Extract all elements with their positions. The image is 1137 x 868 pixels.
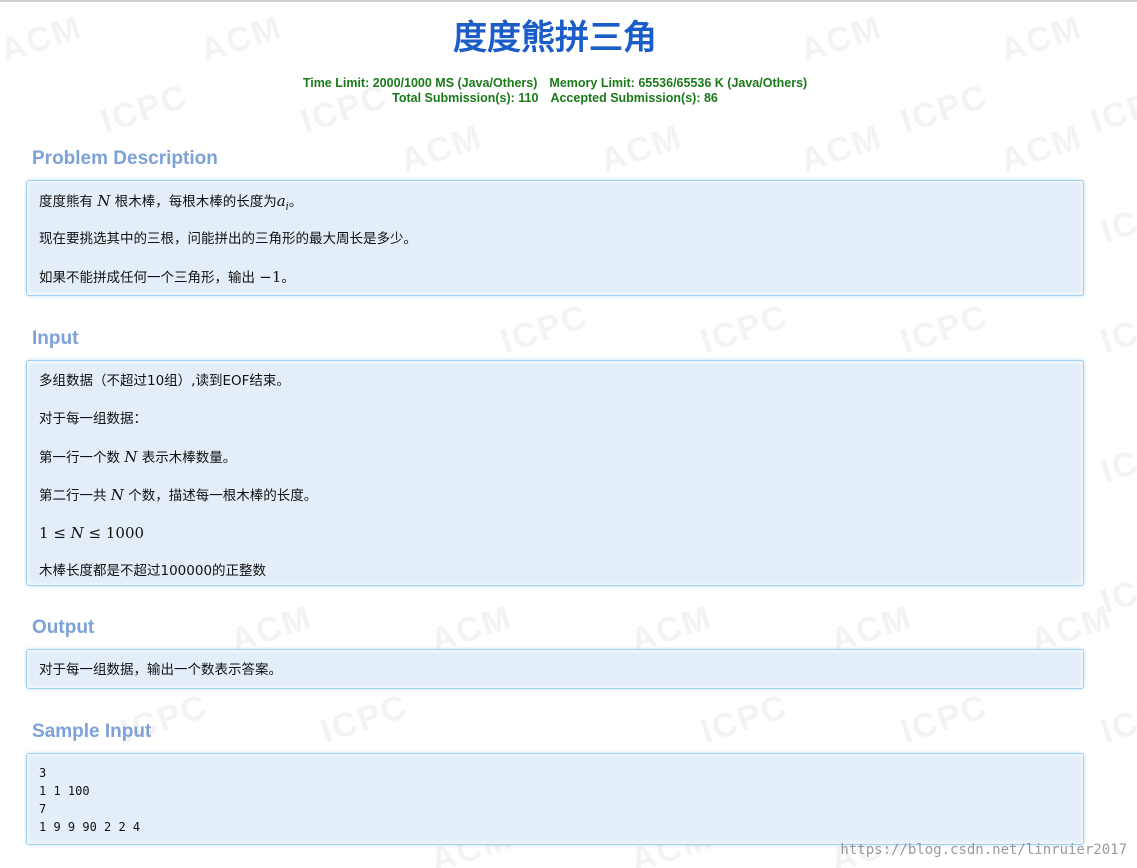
problem-title: 度度熊拼三角 xyxy=(453,19,657,57)
total-submissions: Total Submission(s): 110 xyxy=(392,91,539,105)
input-heading: Input xyxy=(32,328,79,349)
input-line: 第一行一个数 N 表示木棒数量。 xyxy=(39,448,237,466)
sample-input-line: 1 1 100 xyxy=(39,784,90,798)
input-panel: 多组数据（不超过10组）,读到EOF结束。 对于每一组数据： 第一行一个数 N … xyxy=(26,360,1084,586)
accepted-submissions: Accepted Submission(s): 86 xyxy=(550,91,718,105)
output-panel: 对于每一组数据，输出一个数表示答案。 xyxy=(26,649,1084,689)
problem-description-panel: 度度熊有 N 根木棒，每根木棒的长度为ai。 现在要挑选其中的三根，问能拼出的三… xyxy=(26,180,1084,296)
sample-input-line: 1 9 9 90 2 2 4 xyxy=(39,820,141,834)
input-line: 木棒长度都是不超过100000的正整数 xyxy=(39,563,267,579)
input-constraint: 1 ≤ N ≤ 1000 xyxy=(39,524,145,542)
output-heading: Output xyxy=(32,617,95,638)
blog-url-watermark: https://blog.csdn.net/linruier2017 xyxy=(840,842,1127,858)
description-line: 度度熊有 N 根木棒，每根木棒的长度为ai。 xyxy=(39,192,303,213)
input-line: 多组数据（不超过10组）,读到EOF结束。 xyxy=(39,373,290,389)
input-line: 对于每一组数据： xyxy=(39,411,147,427)
top-border xyxy=(0,0,1137,2)
memory-limit: Memory Limit: 65536/65536 K (Java/Others… xyxy=(549,76,808,90)
problem-limits: Time Limit: 2000/1000 MS (Java/Others) Me… xyxy=(0,76,1110,106)
sample-input-panel: 3 1 1 100 7 1 9 9 90 2 2 4 xyxy=(26,753,1084,845)
description-line: 现在要挑选其中的三根，问能拼出的三角形的最大周长是多少。 xyxy=(39,231,417,247)
problem-description-heading: Problem Description xyxy=(32,148,218,169)
description-line: 如果不能拼成任何一个三角形，输出 −1。 xyxy=(39,268,295,286)
time-limit: Time Limit: 2000/1000 MS (Java/Others) xyxy=(302,76,538,90)
sample-input-line: 7 xyxy=(39,802,47,816)
output-line: 对于每一组数据，输出一个数表示答案。 xyxy=(39,662,282,678)
sample-input-heading: Sample Input xyxy=(32,721,152,742)
sample-input-line: 3 xyxy=(39,766,47,780)
input-line: 第二行一共 N 个数，描述每一根木棒的长度。 xyxy=(39,486,318,504)
